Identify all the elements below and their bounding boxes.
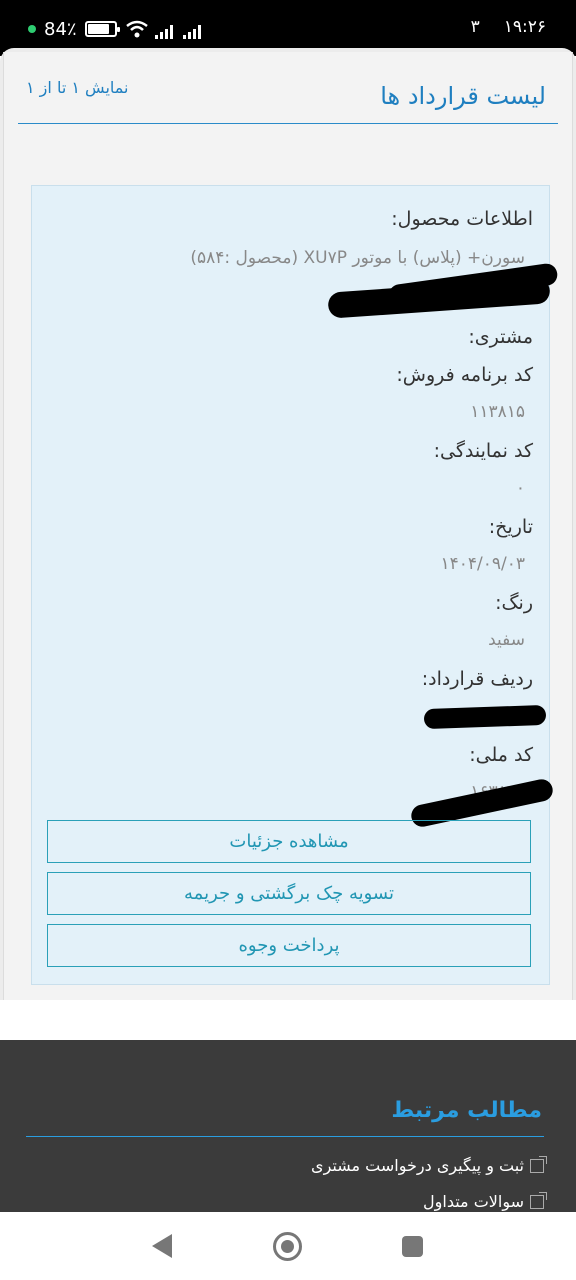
battery-percent: 84٪	[44, 18, 77, 40]
footer-divider	[26, 1136, 544, 1137]
agency-code-label: کد نمایندگی:	[433, 440, 533, 462]
external-link-icon	[530, 1155, 547, 1173]
footer-link-faq[interactable]: سوالات متداول	[423, 1191, 547, 1211]
contract-card: اطلاعات محصول: سورن+ (پلاس) با موتور XU۷…	[31, 185, 559, 985]
clock: ۱۹:۲۶	[503, 17, 546, 37]
national-code-label: کد ملی:	[469, 744, 533, 766]
result-count: نمایش ۱ تا از ۱	[26, 78, 129, 97]
system-nav-bar	[0, 1212, 576, 1280]
battery-level	[87, 24, 110, 34]
page-title: لیست قرارداد ها	[380, 82, 546, 110]
product-info-label: اطلاعات محصول:	[391, 208, 533, 230]
customer-label: مشتری:	[468, 326, 533, 348]
main-page: لیست قرارداد ها نمایش ۱ تا از ۱ اطلاعات …	[0, 48, 576, 1000]
view-details-button[interactable]: مشاهده جزئیات	[47, 820, 531, 863]
color-label: رنگ:	[495, 592, 533, 614]
sales-code-label: کد برنامه فروش:	[396, 364, 533, 386]
date-label: تاریخ:	[488, 516, 533, 538]
footer-title: مطالب مرتبط	[391, 1098, 542, 1123]
settle-check-button[interactable]: تسویه چک برگشتی و جریمه	[47, 872, 531, 915]
recent-apps-icon[interactable]	[402, 1236, 423, 1257]
date-value: ۱۴۰۴/۰۹/۰۳	[440, 554, 525, 574]
cell-signal-icon	[154, 25, 173, 39]
external-link-icon	[530, 1191, 547, 1209]
status-left: 84٪	[28, 17, 205, 41]
wifi-icon	[125, 20, 148, 38]
footer-link-label: سوالات متداول	[423, 1192, 524, 1211]
back-icon[interactable]	[152, 1234, 172, 1258]
notification-dot-icon	[28, 25, 36, 33]
product-info-value: سورن+ (پلاس) با موتور XU۷P (محصول :۵۸۴)	[190, 248, 525, 268]
footer-link-label: ثبت و پیگیری درخواست مشتری	[311, 1156, 524, 1175]
related-footer: مطالب مرتبط ثبت و پیگیری درخواست مشتری س…	[0, 1040, 576, 1212]
color-value: سفید	[488, 630, 525, 650]
sim-indicator: ۳	[470, 17, 480, 37]
payment-button[interactable]: پرداخت وجوه	[47, 924, 531, 967]
footer-link-customer-request[interactable]: ثبت و پیگیری درخواست مشتری	[311, 1155, 547, 1175]
signal-icons	[125, 19, 205, 39]
cell-signal-2-icon	[182, 25, 201, 39]
panel-header: لیست قرارداد ها نمایش ۱ تا از ۱	[18, 52, 558, 124]
contract-row-label: ردیف قرارداد:	[421, 668, 533, 690]
contracts-panel: لیست قرارداد ها نمایش ۱ تا از ۱ اطلاعات …	[3, 52, 573, 1000]
sales-code-value: ۱۱۳۸۱۵	[470, 402, 525, 422]
home-icon[interactable]	[273, 1232, 302, 1261]
battery-icon	[84, 21, 120, 37]
agency-code-value: ۰	[515, 478, 525, 498]
status-right: ۳ ۱۹:۲۶	[471, 17, 546, 37]
redaction-mark	[423, 704, 547, 730]
